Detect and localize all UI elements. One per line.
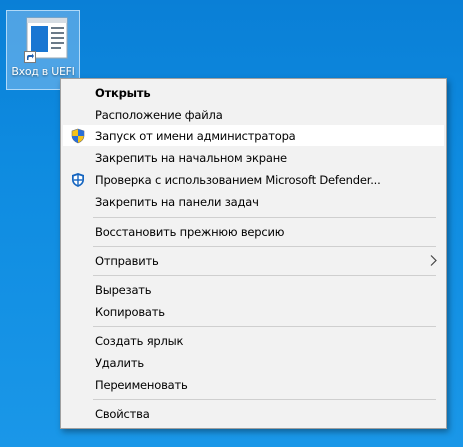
defender-shield-icon [70, 172, 86, 188]
menu-item-pin-start[interactable]: Закрепить на начальном экране [63, 147, 444, 168]
menu-item-pin-taskbar[interactable]: Закрепить на панели задач [63, 191, 444, 212]
menu-item-label: Отправить [95, 253, 159, 268]
menu-item-label: Переименовать [95, 377, 188, 392]
uac-shield-icon [70, 128, 86, 144]
chevron-right-icon [428, 254, 438, 267]
desktop-icon-label: Вход в UEFI [11, 65, 75, 78]
menu-item-label: Вырезать [95, 282, 152, 297]
menu-item-rename[interactable]: Переименовать [63, 374, 444, 395]
menu-separator [93, 217, 436, 218]
menu-item-label: Запуск от имени администратора [95, 128, 296, 143]
menu-separator [93, 275, 436, 276]
menu-item-label: Закрепить на начальном экране [95, 150, 287, 165]
menu-item-label: Открыть [95, 85, 151, 100]
context-menu: Открыть Расположение файла Запуск от име… [60, 78, 447, 429]
menu-item-defender-scan[interactable]: Проверка с использованием Microsoft Defe… [63, 169, 444, 190]
menu-item-delete[interactable]: Удалить [63, 352, 444, 373]
menu-item-restore-previous[interactable]: Восстановить прежнюю версию [63, 221, 444, 242]
menu-item-send-to[interactable]: Отправить [63, 250, 444, 271]
shortcut-arrow-icon [24, 48, 36, 63]
menu-item-cut[interactable]: Вырезать [63, 279, 444, 300]
menu-separator [93, 246, 436, 247]
menu-item-properties[interactable]: Свойства [63, 403, 444, 424]
menu-item-label: Создать ярлык [95, 333, 184, 348]
menu-item-label: Расположение файла [95, 107, 223, 122]
menu-item-label: Копировать [95, 304, 165, 319]
menu-item-label: Закрепить на панели задач [95, 194, 259, 209]
menu-item-label: Удалить [95, 355, 144, 370]
menu-item-open[interactable]: Открыть [63, 82, 444, 103]
menu-item-label: Проверка с использованием Microsoft Defe… [95, 172, 381, 187]
menu-item-run-as-admin[interactable]: Запуск от имени администратора [63, 125, 444, 146]
menu-separator [93, 326, 436, 327]
menu-item-label: Восстановить прежнюю версию [95, 224, 285, 239]
menu-item-copy[interactable]: Копировать [63, 301, 444, 322]
menu-separator [93, 399, 436, 400]
menu-item-file-location[interactable]: Расположение файла [63, 104, 444, 125]
menu-item-create-shortcut[interactable]: Создать ярлык [63, 330, 444, 351]
menu-item-label: Свойства [95, 406, 150, 421]
